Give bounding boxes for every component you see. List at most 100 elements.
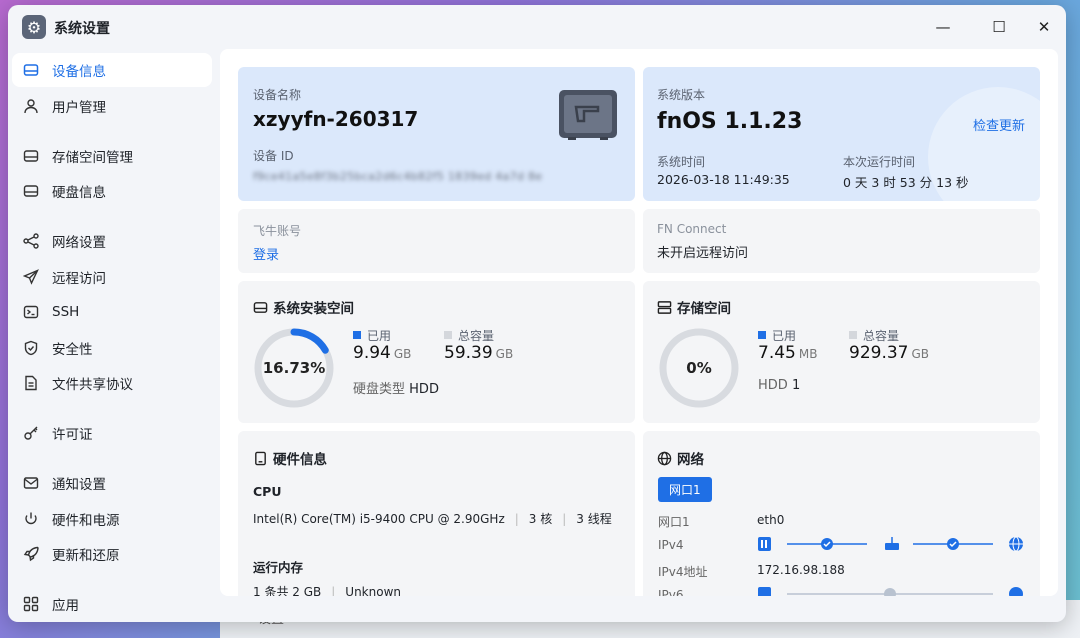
system-space-title-text: 系统安装空间: [273, 301, 354, 317]
minimize-button[interactable]: —: [930, 15, 956, 39]
used-label: 已用: [772, 329, 797, 343]
port-value: eth0: [757, 513, 785, 527]
ipv4-label: IPv4: [658, 538, 684, 552]
sidebar-item-file-sharing[interactable]: 文件共享协议: [12, 366, 212, 400]
storage-total-value: 929.37 GB: [849, 343, 929, 363]
sidebar-item-users[interactable]: 用户管理: [12, 89, 212, 123]
disk-type-label: 硬盘类型: [353, 382, 406, 397]
sidebar-item-apps[interactable]: 应用: [12, 587, 212, 621]
memory-type: Unknown: [345, 585, 402, 596]
network-card: 网络 网口1 网口1 eth0 IPv4 IPv4地址 172.16.98.18…: [643, 431, 1040, 596]
storage-donut: 0%: [657, 326, 741, 410]
disk-type: 硬盘类型 HDD: [353, 378, 439, 397]
used-square: [353, 331, 361, 339]
sidebar-item-label: 远程访问: [52, 270, 106, 287]
account-card: 飞牛账号 登录: [238, 209, 635, 273]
total-number: 929.37: [849, 343, 909, 363]
storage-title: 存储空间: [657, 297, 731, 317]
storage-percent: 0%: [686, 359, 712, 377]
system-space-percent: 16.73%: [262, 359, 326, 377]
hardware-title: 硬件信息: [253, 448, 327, 468]
window-title: 系统设置: [54, 21, 110, 37]
sidebar-item-label: 网络设置: [52, 235, 106, 251]
fnconnect-label: FN Connect: [657, 222, 727, 236]
sidebar-item-label: 许可证: [52, 427, 93, 443]
sidebar-item-label: 硬盘信息: [52, 185, 106, 201]
sidebar-item-security[interactable]: 安全性: [12, 331, 212, 365]
sidebar-item-storage-manage[interactable]: 存储空间管理: [12, 139, 212, 173]
sidebar-item-hardware-power[interactable]: 硬件和电源: [12, 502, 212, 536]
network-tab-port1[interactable]: 网口1: [658, 477, 712, 502]
memory-row: 1 条共 2 GB | Unknown: [253, 583, 401, 596]
cpu-model: Intel(R) Core(TM) i5-9400 CPU @ 2.90GHz: [253, 512, 505, 526]
ipv6-label: IPv6: [658, 588, 684, 596]
login-link[interactable]: 登录: [253, 244, 279, 263]
nas-device-icon: [558, 89, 618, 141]
sidebar: 设备信息 用户管理 存储空间管理 硬盘信息 网络设置 远程访问 SSH 安全性: [12, 53, 212, 622]
terminal-icon: [22, 303, 40, 321]
uptime-label: 本次运行时间: [843, 155, 916, 169]
fnconnect-card: FN Connect 未开启远程访问: [643, 209, 1040, 273]
memory-heading: 运行内存: [253, 560, 304, 575]
storage-used-legend: 已用: [758, 325, 796, 344]
network-title-text: 网络: [677, 452, 704, 468]
title-bar: ⚙ 系统设置 — ☐ ✕: [8, 5, 1066, 49]
user-icon: [22, 97, 40, 115]
settings-gear-icon: ⚙: [22, 15, 46, 39]
hdd-count: HDD 1: [758, 378, 800, 393]
main-content: 设备名称 xzyyfn-260317 设备 ID f9ce41a5e8f3b25…: [220, 49, 1058, 596]
system-space-donut: 16.73%: [252, 326, 336, 410]
sidebar-item-remote-access[interactable]: 远程访问: [12, 260, 212, 294]
ipv4-address: 172.16.98.188: [757, 563, 845, 577]
system-time: 2026-03-18 11:49:35: [657, 172, 790, 187]
close-button[interactable]: ✕: [1031, 15, 1057, 39]
sidebar-item-update-restore[interactable]: 更新和还原: [12, 537, 212, 571]
used-square: [758, 331, 766, 339]
device-card: 设备名称 xzyyfn-260317 设备 ID f9ce41a5e8f3b25…: [238, 67, 635, 201]
disk-icon: [253, 301, 268, 313]
sidebar-item-device-info[interactable]: 设备信息: [12, 53, 212, 87]
globe-icon: [657, 451, 672, 465]
used-value: 9.94 GB: [353, 343, 411, 363]
cpu-heading: CPU: [253, 484, 282, 499]
total-legend: 总容量: [444, 325, 494, 344]
settings-window: ⚙ 系统设置 — ☐ ✕ 设备信息 用户管理 存储空间管理 硬盘信息 网络设置 …: [8, 5, 1066, 622]
total-number: 59.39: [444, 343, 493, 363]
hdd-count-value: 1: [791, 378, 801, 393]
used-label: 已用: [367, 329, 392, 343]
used-number: 7.45: [758, 343, 796, 363]
sidebar-item-notifications[interactable]: 通知设置: [12, 466, 212, 500]
ipv4-topology: [757, 535, 1027, 553]
power-icon: [22, 510, 40, 528]
sidebar-item-ssh[interactable]: SSH: [12, 295, 212, 329]
fnconnect-status: 未开启远程访问: [657, 246, 749, 261]
account-label: 飞牛账号: [253, 224, 302, 238]
memory-summary: 1 条共 2 GB: [253, 585, 322, 596]
sidebar-item-label: 安全性: [52, 341, 93, 358]
send-icon: [22, 268, 40, 286]
apps-icon: [22, 595, 40, 613]
sidebar-item-network[interactable]: 网络设置: [12, 224, 212, 258]
total-unit: GB: [495, 347, 514, 361]
system-space-title: 系统安装空间: [253, 297, 354, 317]
separator: |: [331, 585, 336, 596]
storage-total-legend: 总容量: [849, 325, 899, 344]
system-card: 系统版本 fnOS 1.1.23 检查更新 系统时间 2026-03-18 11…: [643, 67, 1040, 201]
sidebar-item-label: 文件共享协议: [52, 377, 133, 393]
sidebar-item-label: 设备信息: [52, 64, 106, 80]
device-id-label: 设备 ID: [253, 149, 294, 163]
hardware-card: 硬件信息 CPU Intel(R) Core(TM) i5-9400 CPU @…: [238, 431, 635, 596]
sidebar-item-label: 通知设置: [52, 477, 106, 493]
check-update-link[interactable]: 检查更新: [973, 115, 1025, 134]
disk-icon: [22, 182, 40, 200]
maximize-button[interactable]: ☐: [986, 15, 1012, 39]
sidebar-item-license[interactable]: 许可证: [12, 416, 212, 450]
sidebar-item-label: 存储空间管理: [52, 149, 133, 166]
system-space-card: 系统安装空间 16.73% 已用 9.94 GB 总容量 59.39 GB 硬盘…: [238, 281, 635, 423]
total-label: 总容量: [458, 329, 495, 343]
total-square: [849, 331, 857, 339]
ipv6-topology: [757, 585, 1027, 596]
cpu-cores: 3 核: [528, 512, 553, 526]
device-name: xzyyfn-260317: [253, 107, 419, 131]
sidebar-item-disk-info[interactable]: 硬盘信息: [12, 174, 212, 208]
